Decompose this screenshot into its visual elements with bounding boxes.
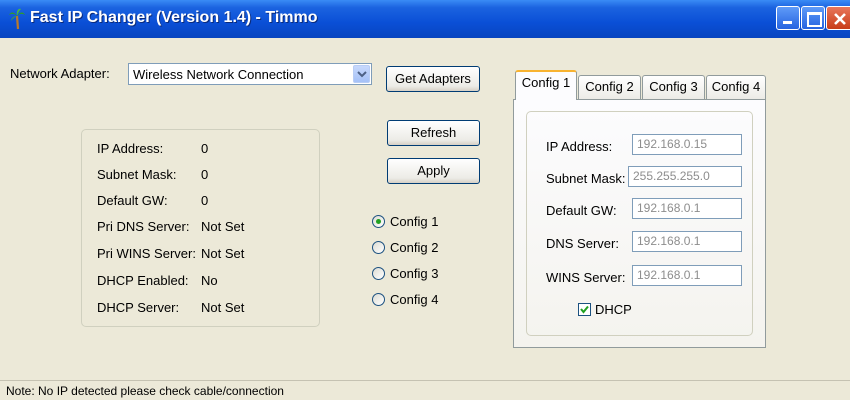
radio-1[interactable] xyxy=(372,215,385,228)
network-adapter-value: Wireless Network Connection xyxy=(133,67,304,82)
info-value-subnet: 0 xyxy=(201,167,209,182)
network-adapter-select[interactable]: Wireless Network Connection xyxy=(128,63,372,85)
radio-label-2: Config 2 xyxy=(390,240,439,255)
chevron-down-icon xyxy=(357,71,367,78)
refresh-button[interactable]: Refresh xyxy=(387,120,480,146)
wins-server-input[interactable]: 192.168.0.1 xyxy=(632,265,742,286)
palm-tree-icon xyxy=(8,8,26,30)
info-value-dns: Not Set xyxy=(201,219,245,234)
dhcp-label: DHCP xyxy=(595,302,632,317)
radio-label-4: Config 4 xyxy=(390,292,439,307)
tab-config-4[interactable]: Config 4 xyxy=(706,75,766,99)
info-label-dhcp-enabled: DHCP Enabled: xyxy=(97,273,189,288)
dns-server-input[interactable]: 192.168.0.1 xyxy=(632,231,742,252)
radio-4[interactable] xyxy=(372,293,385,306)
network-adapter-label: Network Adapter: xyxy=(10,66,110,81)
radio-2[interactable] xyxy=(372,241,385,254)
ip-address-label: IP Address: xyxy=(546,139,613,154)
info-value-wins: Not Set xyxy=(201,246,245,261)
get-adapters-button[interactable]: Get Adapters xyxy=(386,66,480,92)
apply-button[interactable]: Apply xyxy=(387,158,480,184)
info-value-ip: 0 xyxy=(201,141,209,156)
info-label-dhcp-server: DHCP Server: xyxy=(97,300,180,315)
info-value-dhcp-server: Not Set xyxy=(201,300,245,315)
tab-config-3[interactable]: Config 3 xyxy=(642,75,705,99)
dhcp-checkbox[interactable] xyxy=(578,303,591,316)
default-gw-label: Default GW: xyxy=(546,203,617,218)
radio-3[interactable] xyxy=(372,267,385,280)
info-value-dhcp-enabled: No xyxy=(201,273,218,288)
checkmark-icon xyxy=(580,305,589,314)
subnet-mask-input[interactable]: 255.255.255.0 xyxy=(628,166,742,187)
info-label-wins: Pri WINS Server: xyxy=(97,246,196,261)
info-label-ip: IP Address: xyxy=(97,141,164,156)
close-icon xyxy=(834,13,846,25)
radio-label-1: Config 1 xyxy=(390,214,439,229)
status-bar: Note: No IP detected please check cable/… xyxy=(0,380,850,400)
info-value-gateway: 0 xyxy=(201,193,209,208)
dns-server-label: DNS Server: xyxy=(546,236,619,251)
minimize-button[interactable] xyxy=(776,6,800,30)
tab-config-2[interactable]: Config 2 xyxy=(578,75,641,99)
tab-config-1[interactable]: Config 1 xyxy=(515,70,577,100)
close-button[interactable] xyxy=(826,6,850,30)
info-label-gateway: Default GW: xyxy=(97,193,168,208)
ip-address-input[interactable]: 192.168.0.15 xyxy=(632,134,742,155)
window-title: Fast IP Changer (Version 1.4) - Timmo xyxy=(30,9,318,26)
info-label-dns: Pri DNS Server: xyxy=(97,219,190,234)
subnet-mask-label: Subnet Mask: xyxy=(546,171,626,186)
title-bar[interactable]: Fast IP Changer (Version 1.4) - Timmo xyxy=(0,0,850,38)
maximize-button[interactable] xyxy=(801,6,825,30)
info-label-subnet: Subnet Mask: xyxy=(97,167,177,182)
radio-label-3: Config 3 xyxy=(390,266,439,281)
default-gw-input[interactable]: 192.168.0.1 xyxy=(632,198,742,219)
status-text: Note: No IP detected please check cable/… xyxy=(6,384,284,398)
wins-server-label: WINS Server: xyxy=(546,270,626,285)
dropdown-button[interactable] xyxy=(353,65,370,83)
